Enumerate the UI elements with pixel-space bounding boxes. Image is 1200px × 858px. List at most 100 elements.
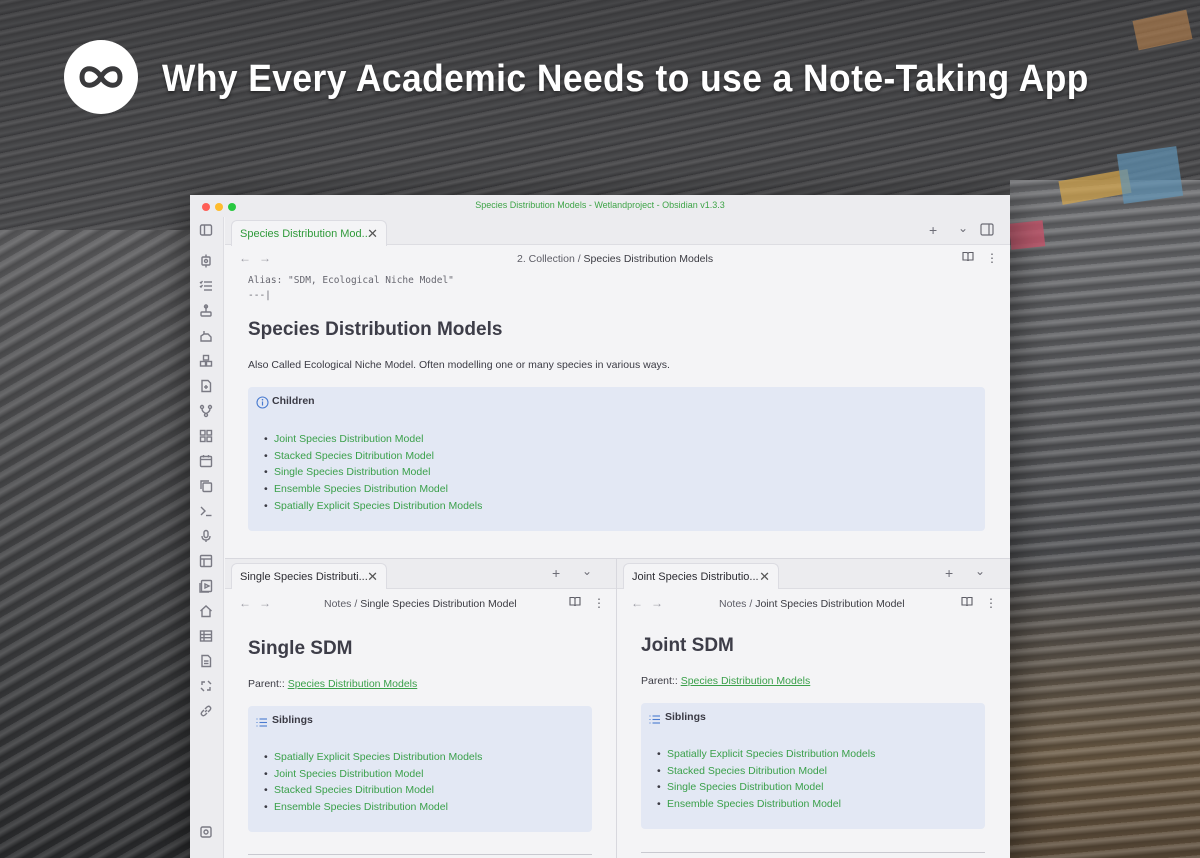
reading-view-icon[interactable] (569, 596, 581, 610)
close-tab-icon[interactable]: ✕ (367, 569, 378, 585)
brand-logo (64, 40, 138, 114)
siblings-list: Spatially Explicit Species Distribution … (264, 749, 482, 816)
content-rule (641, 852, 985, 853)
top-tab-strip: Species Distribution Mod... ✕ + ⌄ (225, 217, 1010, 246)
terminal-icon[interactable] (199, 504, 213, 518)
content-rule (248, 854, 592, 855)
parent-link[interactable]: Species Distribution Models (681, 675, 811, 687)
parent-label: Parent:: (248, 678, 285, 690)
parent-link[interactable]: Species Distribution Models (288, 678, 418, 690)
breadcrumb: Notes / Joint Species Distribution Model (719, 598, 905, 610)
parent-property: Parent:: Species Distribution Models (641, 675, 810, 687)
right-tab-strip: Joint Species Distributio... ✕ + ⌄ (617, 559, 1010, 589)
siblings-list: Spatially Explicit Species Distribution … (657, 746, 875, 813)
breadcrumb-separator: / (577, 253, 581, 265)
sticky-note-pink (1008, 220, 1046, 250)
note-heading: Single SDM (248, 638, 353, 659)
list-item[interactable]: Ensemble Species Distribution Model (264, 799, 482, 816)
right-nav-bar: ←→ Notes / Joint Species Distribution Mo… (617, 591, 1010, 617)
nav-back-forward-icons[interactable]: ←→ (631, 596, 671, 610)
sticky-note-blue (1116, 146, 1184, 204)
list-item[interactable]: Stacked Species Ditribution Model (264, 782, 482, 799)
close-tab-icon[interactable]: ✕ (367, 226, 378, 242)
list-item[interactable]: Ensemble Species Distribution Model (264, 481, 482, 498)
tab-label: Single Species Distributi... (240, 571, 368, 583)
list-icon (649, 712, 661, 730)
document-icon[interactable] (199, 654, 213, 668)
breadcrumb-folder[interactable]: Notes (324, 598, 351, 610)
list-icon (256, 715, 268, 733)
file-plus-icon[interactable] (199, 379, 213, 393)
graph-core-icon[interactable] (199, 254, 213, 268)
chevron-down-icon[interactable]: ⌄ (958, 221, 968, 235)
sidebar-toggle-icon[interactable] (199, 223, 213, 237)
tab-label: Joint Species Distributio... (632, 571, 759, 583)
close-tab-icon[interactable]: ✕ (759, 569, 770, 585)
reading-view-icon[interactable] (961, 596, 973, 610)
home-icon[interactable] (199, 604, 213, 618)
left-ribbon (190, 217, 224, 858)
frontmatter-end: ---| (248, 290, 271, 301)
broken-link-icon[interactable] (199, 679, 213, 693)
note-heading: Species Distribution Models (248, 319, 503, 340)
right-sidebar-toggle-icon[interactable] (980, 223, 994, 239)
chevron-down-icon[interactable]: ⌄ (582, 564, 592, 578)
reading-view-icon[interactable] (962, 251, 974, 265)
list-item[interactable]: Joint Species Distribution Model (264, 766, 482, 783)
more-options-icon[interactable]: ⋮ (593, 596, 605, 610)
list-item[interactable]: Single Species Distribution Model (264, 464, 482, 481)
layout-icon[interactable] (199, 554, 213, 568)
new-tab-icon[interactable]: + (945, 565, 953, 581)
link-icon[interactable] (199, 704, 213, 718)
list-item[interactable]: Stacked Species Ditribution Model (264, 448, 482, 465)
vault-icon[interactable] (199, 825, 213, 839)
left-tab-strip: Single Species Distributi... ✕ + ⌄ (225, 559, 616, 589)
new-tab-icon[interactable]: + (929, 222, 937, 238)
stamp-icon[interactable] (199, 304, 213, 318)
slides-icon[interactable] (199, 579, 213, 593)
list-item[interactable]: Joint Species Distribution Model (264, 431, 482, 448)
nav-back-forward-icons[interactable]: ←→ (239, 596, 279, 610)
list-item[interactable]: Spatially Explicit Species Distribution … (657, 746, 875, 763)
table-icon[interactable] (199, 629, 213, 643)
tab-joint-species-distribution[interactable]: Joint Species Distributio... ✕ (623, 563, 779, 589)
list-item[interactable]: Single Species Distribution Model (657, 779, 875, 796)
callout-title: Children (272, 395, 315, 407)
git-branch-icon[interactable] (199, 404, 213, 418)
more-options-icon[interactable]: ⋮ (986, 251, 998, 265)
list-item[interactable]: Stacked Species Ditribution Model (657, 763, 875, 780)
children-callout: Children Joint Species Distribution Mode… (248, 387, 985, 531)
siblings-callout: Siblings Spatially Explicit Species Dist… (248, 706, 592, 832)
nav-back-forward-icons[interactable]: ←→ (239, 251, 279, 265)
window-title: Species Distribution Models - Wetlandpro… (475, 200, 725, 210)
more-options-icon[interactable]: ⋮ (985, 596, 997, 610)
callout-title: Siblings (665, 711, 706, 723)
background-paper-stack-right (1010, 180, 1200, 858)
breadcrumb-note: Joint Species Distribution Model (755, 598, 905, 610)
tab-single-species-distribution[interactable]: Single Species Distributi... ✕ (231, 563, 387, 589)
new-tab-icon[interactable]: + (552, 565, 560, 581)
cubes-icon[interactable] (199, 354, 213, 368)
list-item[interactable]: Ensemble Species Distribution Model (657, 796, 875, 813)
dashboard-icon[interactable] (199, 429, 213, 443)
breadcrumb: Notes / Single Species Distribution Mode… (324, 598, 517, 610)
siblings-callout: Siblings Spatially Explicit Species Dist… (641, 703, 985, 829)
breadcrumb-folder[interactable]: 2. Collection (517, 253, 575, 265)
tab-species-distribution-models[interactable]: Species Distribution Mod... ✕ (231, 220, 387, 246)
list-item[interactable]: Spatially Explicit Species Distribution … (264, 749, 482, 766)
chevron-down-icon[interactable]: ⌄ (975, 564, 985, 578)
left-nav-bar: ←→ Notes / Single Species Distribution M… (225, 591, 616, 617)
breadcrumb-folder[interactable]: Notes (719, 598, 746, 610)
breadcrumb-separator: / (749, 598, 753, 610)
hand-icon[interactable] (199, 329, 213, 343)
checklist-icon[interactable] (199, 279, 213, 293)
breadcrumb-separator: / (354, 598, 358, 610)
tab-label: Species Distribution Mod... (240, 228, 371, 240)
info-icon (256, 396, 269, 414)
mic-icon[interactable] (199, 529, 213, 543)
background-paper-stack-left (0, 230, 200, 858)
calendar-icon[interactable] (199, 454, 213, 468)
list-item[interactable]: Spatially Explicit Species Distribution … (264, 498, 482, 515)
copy-icon[interactable] (199, 479, 213, 493)
note-description: Also Called Ecological Niche Model. Ofte… (248, 359, 670, 371)
